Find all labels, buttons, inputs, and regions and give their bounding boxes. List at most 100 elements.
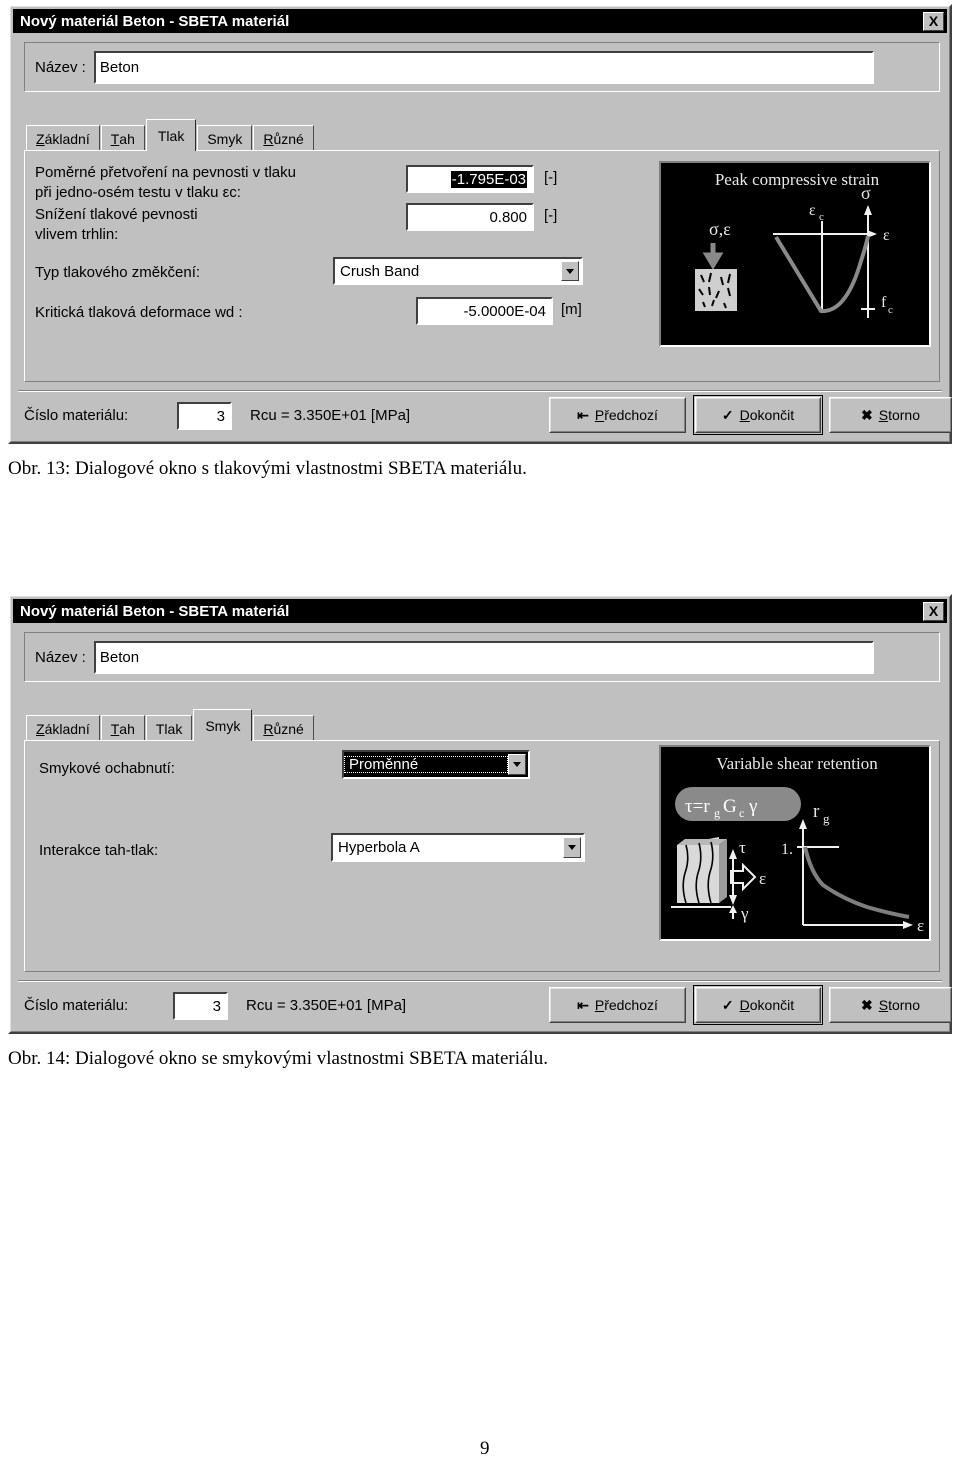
tab-tlak-mnemonic-2: Tl (155, 720, 168, 737)
tab-smyk-label: myk (216, 130, 243, 147)
svg-text:ε: ε (809, 202, 816, 219)
tab-zakladni-mnemonic-2: Z (36, 720, 45, 737)
tab-ruzne-2[interactable]: Různé (253, 715, 314, 741)
window-title-2: Nový materiál Beton - SBETA materiál (20, 602, 290, 620)
tab-tah-label: ah (119, 130, 135, 147)
svg-text:ε: ε (917, 916, 924, 935)
tab-tah[interactable]: Tah (100, 125, 145, 151)
tab-zakladni-2[interactable]: Základní (26, 715, 100, 741)
svg-text:c: c (819, 211, 824, 223)
matnum-label-2: Číslo materiálu: (24, 997, 129, 1014)
tab-strip-2: Základní Tah Tl ak Smyk Různé (26, 709, 315, 741)
interaction-combo-value: Hyperbola A (338, 839, 420, 856)
finish-button[interactable]: ✓ Dokončit (693, 395, 823, 435)
page-number: 9 (480, 1438, 490, 1459)
chevron-down-icon[interactable] (561, 261, 579, 281)
reduction-label-line2: vlivem trhlin: (35, 226, 119, 243)
svg-text:τ=r: τ=r (685, 796, 710, 817)
reduction-unit: [-] (544, 207, 558, 224)
reduction-input[interactable]: 0.800 (406, 203, 534, 231)
footer-separator-2 (18, 980, 942, 982)
interaction-combo[interactable]: Hyperbola A (331, 833, 585, 862)
reduction-label-line1: Snížení tlakové pevnosti (35, 206, 198, 223)
tab-tah-mnemonic: T (110, 130, 120, 147)
tab-zakladni-label-2: ákladní (44, 720, 90, 737)
softening-combo[interactable]: Crush Band (333, 257, 583, 285)
figure-caption-14: Obr. 14: Dialogové okno se smykovými vla… (8, 1048, 548, 1069)
tab-ruzne[interactable]: Různé (253, 125, 314, 151)
finish-button-2[interactable]: ✓ Dokončit (693, 985, 823, 1025)
svg-text:γ: γ (748, 796, 757, 817)
cancel-button[interactable]: ✖ Storno (829, 397, 952, 433)
shear-combo[interactable]: Proměnné (342, 750, 530, 779)
critical-label-text: Kritická tlaková deformace wd : (35, 304, 243, 321)
tab-tlak-label: ak (169, 127, 185, 144)
tab-tah-2[interactable]: Tah (100, 715, 145, 741)
name-input-2[interactable]: Beton (93, 640, 874, 674)
matnum-input-value: 3 (216, 407, 225, 425)
name-label-2: Název : (35, 648, 86, 666)
check-icon-2: ✓ (721, 997, 734, 1013)
svg-text:G: G (723, 796, 737, 817)
svg-text:c: c (888, 304, 893, 316)
svg-text:γ: γ (740, 904, 749, 923)
tab-smyk-2[interactable]: Smyk (193, 709, 253, 741)
close-icon-2[interactable]: X (923, 601, 944, 621)
peak-compressive-strain-diagram: Peak compressive strain σ,ε ε σ ε c f c (661, 163, 929, 345)
tab-ruzne-mnemonic: R (263, 130, 274, 147)
svg-text:ε: ε (883, 227, 890, 244)
prev-button-label: Předchozí (594, 407, 658, 423)
tab-ruzne-mnemonic-2: R (263, 720, 274, 737)
svg-text:f: f (881, 294, 887, 311)
footer-separator (18, 390, 942, 392)
softening-label: Typ tlakového změkčení: (35, 264, 201, 281)
strain-label-line2: při jedno-osém testu v tlaku εc: (35, 184, 241, 201)
shear-label: Smykové ochabnutí: (39, 760, 175, 777)
dialog-smyk: Nový materiál Beton - SBETA materiál X N… (8, 594, 952, 1034)
chevron-down-icon-3[interactable] (563, 837, 581, 858)
tab-zakladni[interactable]: Základní (26, 125, 100, 151)
window-title: Nový materiál Beton - SBETA materiál (20, 12, 290, 30)
svg-text:c: c (739, 806, 744, 820)
interaction-label: Interakce tah-tlak: (39, 842, 159, 859)
shear-combo-value: Proměnné (344, 756, 508, 773)
critical-input-value: -5.0000E-04 (463, 302, 546, 320)
matnum-label: Číslo materiálu: (24, 407, 129, 424)
figure-caption-13: Obr. 13: Dialogové okno s tlakovými vlas… (8, 458, 527, 479)
cancel-button-label: Storno (878, 407, 920, 423)
tab-ruzne-label-2: ůzné (273, 720, 304, 737)
titlebar: Nový materiál Beton - SBETA materiál X (13, 9, 947, 33)
prev-button[interactable]: ⇤ Předchozí (549, 397, 686, 433)
svg-text:1.: 1. (781, 841, 793, 858)
critical-input[interactable]: -5.0000E-04 (416, 297, 553, 325)
svg-text:σ,ε: σ,ε (709, 219, 731, 239)
tab-strip: Základní Tah Tl ak Smyk Různé (26, 119, 315, 151)
tab-tlak-2[interactable]: Tl ak (145, 715, 193, 741)
rcu-text: Rcu = 3.350E+01 [MPa] (250, 407, 411, 424)
prev-button-label-2: Předchozí (594, 997, 658, 1013)
variable-shear-retention-diagram: Variable shear retention τ=r g G c γ τ ε… (661, 747, 929, 939)
tab-zakladni-label: ákladní (44, 130, 90, 147)
titlebar-2: Nový materiál Beton - SBETA materiál X (13, 599, 947, 623)
chevron-down-icon-2[interactable] (508, 754, 526, 775)
matnum-input[interactable]: 3 (177, 402, 232, 430)
tab-tlak[interactable]: Tl ak (145, 119, 197, 151)
svg-text:σ: σ (861, 183, 871, 203)
back-arrow-icon: ⇤ (577, 407, 589, 423)
name-input[interactable]: Beton (93, 50, 874, 84)
name-groupbox-2: Název : Beton (24, 632, 940, 682)
svg-text:τ: τ (739, 838, 746, 857)
matnum-input-2[interactable]: 3 (173, 992, 228, 1020)
svg-text:g: g (714, 806, 720, 820)
cancel-button-2[interactable]: ✖ Storno (829, 987, 952, 1023)
svg-text:r: r (813, 801, 820, 822)
rcu-text-2: Rcu = 3.350E+01 [MPa] (246, 997, 407, 1014)
tab-tlak-label-2: ak (167, 720, 183, 737)
tab-smyk[interactable]: Smyk (197, 125, 253, 151)
prev-button-2[interactable]: ⇤ Předchozí (549, 987, 686, 1023)
name-input-value: Beton (99, 58, 140, 76)
strain-input[interactable]: -1.795E-03 (406, 165, 534, 193)
check-icon: ✓ (721, 407, 734, 423)
close-icon[interactable]: X (923, 11, 944, 31)
name-label: Název : (35, 58, 86, 76)
